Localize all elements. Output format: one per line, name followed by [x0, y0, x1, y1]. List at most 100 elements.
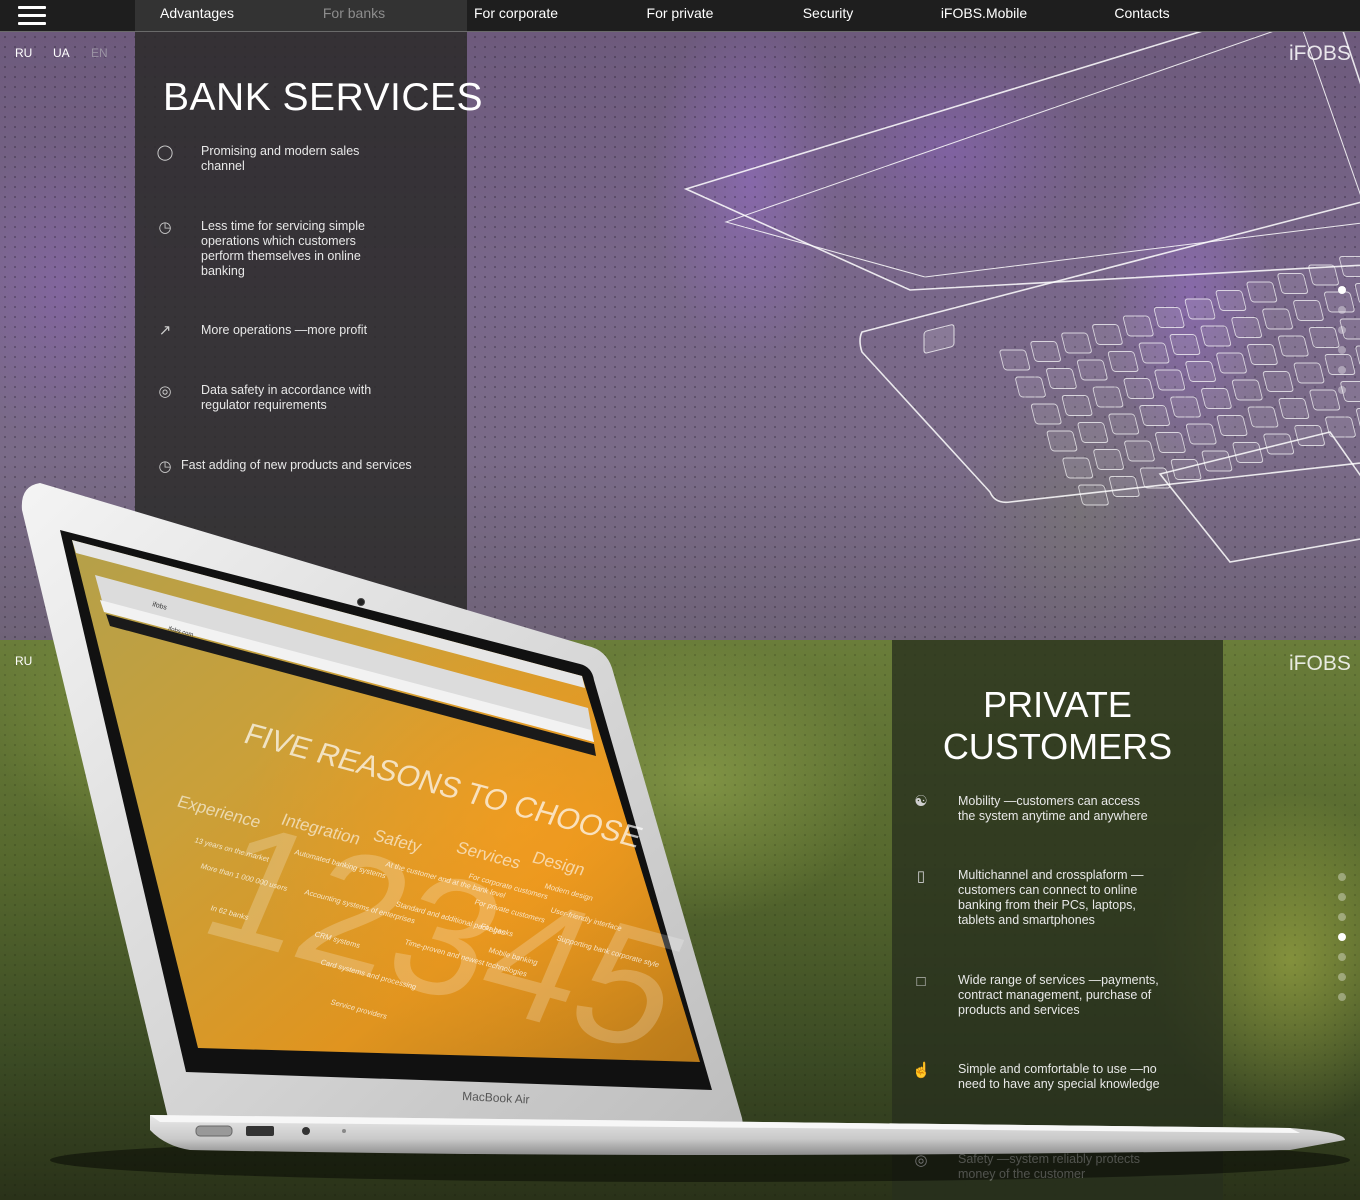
keyboard-key: [1277, 335, 1309, 357]
safe-icon: ◎: [158, 383, 172, 400]
keyboard-key: [1293, 362, 1325, 384]
keyboard-key: [1139, 405, 1170, 426]
bank-services-section: RU UA EN iFOBS BANK SERVICES ◯ Promising…: [0, 32, 1360, 640]
keyboard-key: [1278, 398, 1310, 419]
slide-dot-7[interactable]: [1338, 993, 1346, 1001]
keyboard-key: [1308, 327, 1340, 348]
keyboard-key: [1139, 467, 1171, 489]
keyboard-key: [1231, 317, 1262, 338]
nav-contacts[interactable]: Contacts: [1114, 0, 1169, 31]
keyboard-key: [1262, 371, 1294, 392]
keyboard-key: [1200, 325, 1232, 347]
menu-icon[interactable]: [18, 5, 46, 27]
keyboard-key: [1185, 423, 1217, 445]
slide-dot-4[interactable]: [1338, 346, 1346, 354]
nav-security[interactable]: Security: [803, 0, 854, 31]
slide-dot-5[interactable]: [1338, 366, 1346, 374]
keyboard-key: [1076, 359, 1108, 381]
timer-icon: ◷: [158, 458, 172, 475]
lang-en[interactable]: EN: [91, 46, 108, 60]
lang-ru[interactable]: RU: [15, 654, 32, 668]
keyboard-key: [1154, 369, 1186, 391]
nav-for-corporate[interactable]: For corporate: [474, 0, 558, 31]
slide-dot-1[interactable]: [1338, 286, 1346, 294]
nav-advantages[interactable]: Advantages: [160, 0, 234, 31]
medal-icon: ◯: [156, 144, 174, 161]
keyboard-key: [1247, 406, 1279, 428]
keyboard-key: [1201, 388, 1232, 409]
private-title-line2: CUSTOMERS: [942, 726, 1173, 767]
keyboard-key: [1077, 422, 1109, 443]
brand-logo: iFOBS: [1289, 42, 1351, 65]
feature-text: Less time for servicing simple operation…: [201, 219, 365, 278]
keyboard-key: [1277, 273, 1309, 294]
keyboard-key: [1123, 378, 1155, 399]
slide-dot-1[interactable]: [1338, 873, 1346, 881]
keyboard-key: [999, 349, 1031, 371]
globe-icon: ☯: [914, 793, 928, 810]
keyboard-key: [1155, 432, 1186, 453]
keyboard-key: [1092, 324, 1123, 345]
keyboard-key: [1246, 281, 1278, 303]
keyboard-key: [1015, 376, 1046, 398]
keyboard-key: [1216, 415, 1248, 436]
feature-text: Multichannel and crossplaform — customer…: [958, 868, 1144, 927]
keyboard-key: [1061, 332, 1092, 354]
slide-dot-3[interactable]: [1338, 913, 1346, 921]
slide-dot-5[interactable]: [1338, 953, 1346, 961]
keyboard-key: [1092, 386, 1124, 408]
slide-dot-3[interactable]: [1338, 326, 1346, 334]
lang-ua[interactable]: UA: [53, 46, 70, 60]
feature-text: Simple and comfortable to use —no need t…: [958, 1062, 1160, 1091]
keyboard-key: [1215, 290, 1247, 311]
nav-for-banks[interactable]: For banks: [323, 0, 385, 31]
bank-services-title: BANK SERVICES: [163, 76, 484, 119]
feature-text: More operations —more profit: [201, 323, 368, 337]
keyboard-key: [1309, 389, 1341, 411]
thumbs-up-icon: ☝: [912, 1062, 931, 1079]
slide-dot-6[interactable]: [1338, 973, 1346, 981]
feature-text: Safety —system reliably protects money o…: [958, 1152, 1141, 1181]
keyboard-key: [1153, 307, 1185, 328]
slide-dot-4[interactable]: [1338, 933, 1346, 941]
slide-dot-6[interactable]: [1338, 386, 1346, 394]
keyboard-key: [1061, 395, 1093, 416]
keyboard-key: [1109, 476, 1140, 497]
keyboard-key: [1030, 403, 1062, 425]
keyboard-key: [1184, 298, 1216, 320]
feature-text: Promising and modern sales channel: [201, 144, 360, 173]
keyboard-key: [1216, 352, 1247, 374]
keyboard-key: [1354, 283, 1360, 304]
keyboard-key: [1247, 344, 1278, 365]
feature-text: Mobility —customers can access the syste…: [958, 794, 1148, 823]
keyboard-key: [1108, 413, 1140, 435]
keyboard-key: [1231, 379, 1263, 401]
keyboard-key: [1169, 334, 1201, 355]
folder-icon: □: [916, 973, 926, 990]
nav-ifobs-mobile[interactable]: iFOBS.Mobile: [941, 0, 1027, 31]
keyboard-key: [1123, 315, 1154, 337]
keyboard-key: [1355, 345, 1360, 367]
keyboard-key: [1201, 450, 1233, 472]
keyboard-key: [1185, 361, 1216, 382]
chart-icon: ↗: [158, 322, 172, 339]
slide-dot-2[interactable]: [1338, 306, 1346, 314]
keyboard-key: [1308, 264, 1339, 286]
keyboard-key: [1356, 408, 1360, 429]
slide-dot-2[interactable]: [1338, 893, 1346, 901]
lang-ru[interactable]: RU: [15, 46, 32, 60]
top-navigation: Advantages For banks For corporate For p…: [0, 0, 1360, 32]
keyboard-key: [1293, 300, 1324, 321]
keyboard-key: [1046, 430, 1078, 452]
keyboard-key: [1062, 457, 1094, 479]
safe-icon: ◎: [914, 1152, 928, 1169]
keyboard-key: [1046, 368, 1077, 389]
feature-text: Wide range of services —payments, contra…: [958, 973, 1159, 1017]
stopwatch-icon: ◷: [158, 219, 172, 236]
keyboard-key: [1232, 442, 1264, 463]
nav-for-private[interactable]: For private: [647, 0, 714, 31]
keyboard-key: [1170, 459, 1202, 480]
keyboard-key: [1124, 440, 1155, 462]
private-customers-section: RU iFOBS PRIVATE CUSTOMERS ☯ Mobility —c…: [0, 640, 1360, 1200]
keyboard-key: [1262, 308, 1293, 330]
